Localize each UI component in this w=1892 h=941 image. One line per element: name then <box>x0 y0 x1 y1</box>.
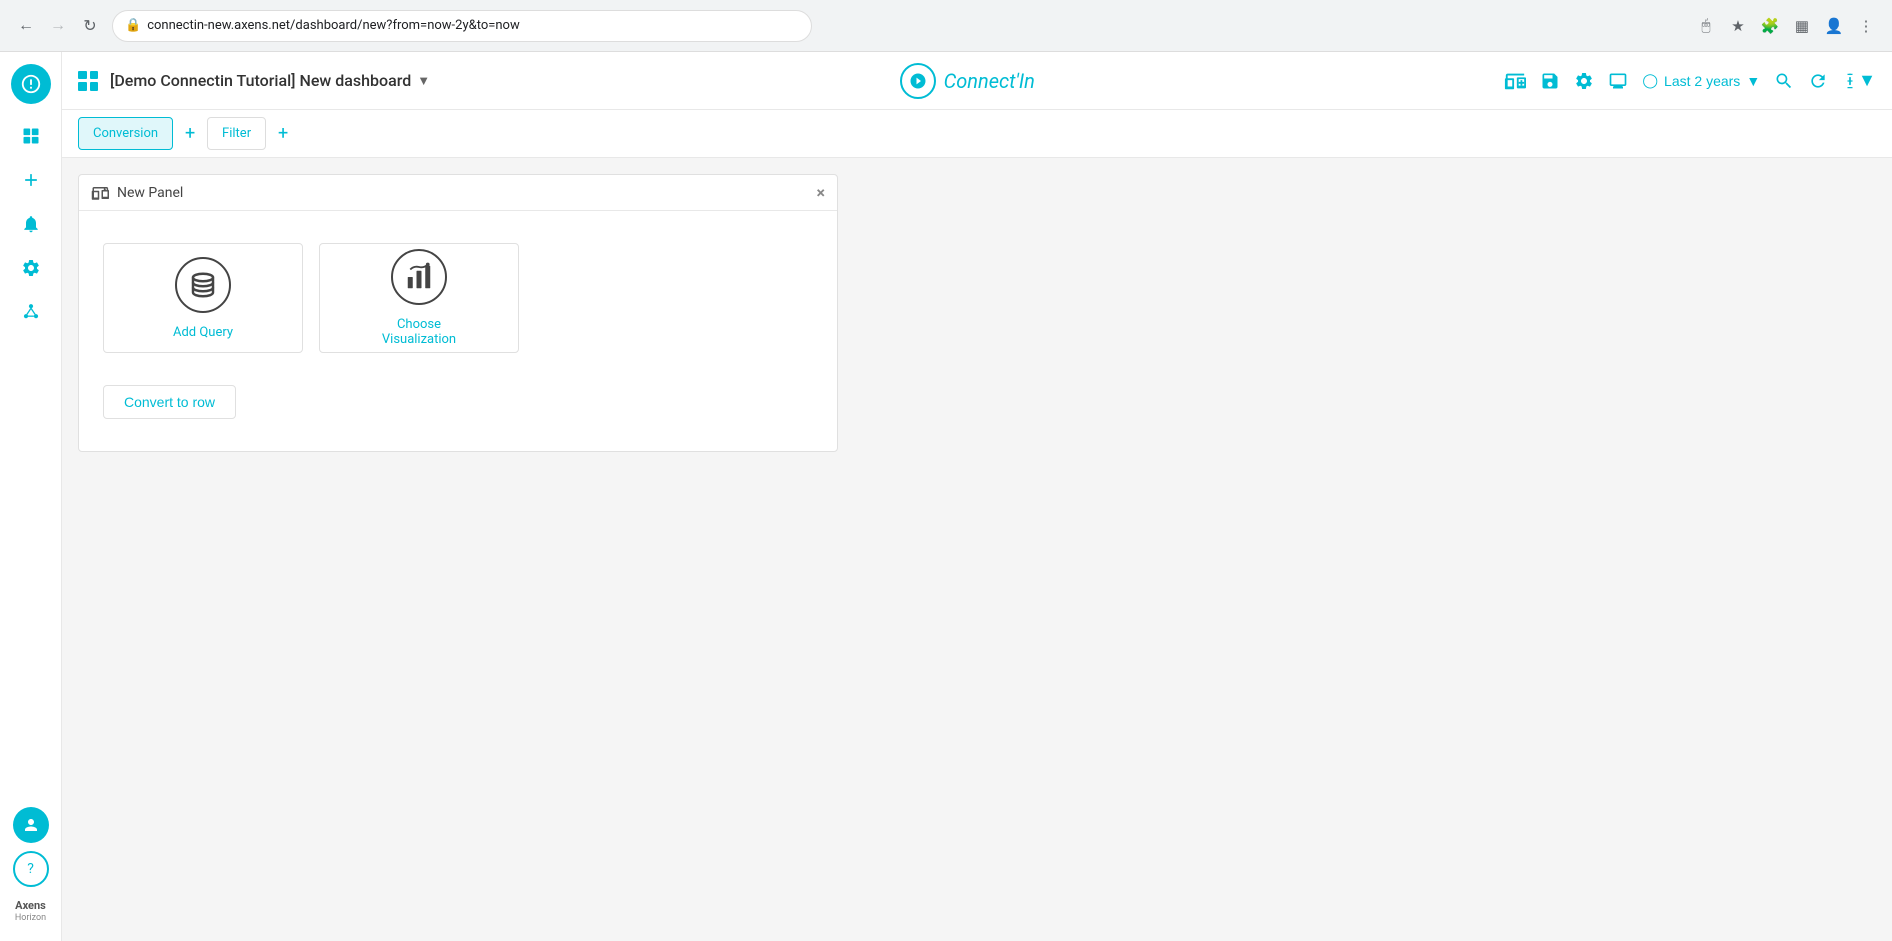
sidebar-avatar[interactable] <box>13 807 49 843</box>
display-button[interactable] <box>1608 71 1628 91</box>
sidebar-item-dashboard[interactable] <box>11 116 51 156</box>
lock-icon: 🔒 <box>125 18 141 33</box>
sidebar-item-alerts[interactable] <box>11 204 51 244</box>
tabs-row: Conversion + Filter + <box>62 110 1892 158</box>
address-bar[interactable]: 🔒 connectin-new.axens.net/dashboard/new?… <box>112 10 812 42</box>
dashboard-area: New Panel × <box>62 158 1892 941</box>
add-panel-button[interactable] <box>1504 70 1526 92</box>
nav-buttons: ← → ↻ <box>12 12 104 40</box>
more-options-button[interactable]: ▼ <box>1842 70 1876 91</box>
choose-visualization-option[interactable]: ChooseVisualization <box>319 243 519 353</box>
choose-visualization-label: ChooseVisualization <box>382 317 456 347</box>
bookmark-button[interactable]: ★ <box>1724 12 1752 40</box>
dashboard-grid-icon <box>78 71 98 91</box>
tab-add-button-2[interactable]: + <box>270 121 296 147</box>
refresh-button[interactable] <box>1808 71 1828 91</box>
reload-button[interactable]: ↻ <box>76 12 104 40</box>
menu-button[interactable]: ⋮ <box>1852 12 1880 40</box>
time-chevron-icon: ▼ <box>1746 73 1760 89</box>
logo-text: Connect'In <box>944 69 1035 93</box>
sidebar-help-button[interactable]: ? <box>13 851 49 887</box>
dashboard-title: [Demo Connectin Tutorial] New dashboard … <box>110 71 430 90</box>
forward-button[interactable]: → <box>44 12 72 40</box>
panel: New Panel × <box>78 174 838 452</box>
logo-icon <box>900 63 936 99</box>
settings-button[interactable] <box>1574 71 1594 91</box>
sidebar-brand: Axens Horizon <box>15 899 46 925</box>
convert-to-row-button[interactable]: Convert to row <box>103 385 236 419</box>
cast-button[interactable]: ▦ <box>1788 12 1816 40</box>
connectin-logo: Connect'In <box>900 63 1035 99</box>
panel-icon <box>91 184 109 202</box>
translate-button[interactable]: 🖱 <box>1692 12 1720 40</box>
browser-chrome: ← → ↻ 🔒 connectin-new.axens.net/dashboar… <box>0 0 1892 52</box>
add-query-option[interactable]: Add Query <box>103 243 303 353</box>
profile-button[interactable]: 👤 <box>1820 12 1848 40</box>
sidebar-item-settings[interactable] <box>11 248 51 288</box>
main-content: [Demo Connectin Tutorial] New dashboard … <box>62 52 1892 941</box>
save-button[interactable] <box>1540 71 1560 91</box>
sidebar-item-add[interactable] <box>11 160 51 200</box>
time-range-selector[interactable]: ◯ Last 2 years ▼ <box>1642 72 1760 89</box>
convert-row: Convert to row <box>103 385 813 419</box>
panel-options-row: Add Query <box>103 243 813 353</box>
top-header: [Demo Connectin Tutorial] New dashboard … <box>62 52 1892 110</box>
panel-close-button[interactable]: × <box>817 183 826 202</box>
panel-header: New Panel × <box>79 175 837 211</box>
panel-body: Add Query <box>79 211 837 451</box>
sidebar-item-connections[interactable] <box>11 292 51 332</box>
browser-actions: 🖱 ★ 🧩 ▦ 👤 ⋮ <box>1692 12 1880 40</box>
sidebar: ? Axens Horizon <box>0 52 62 941</box>
clock-icon: ◯ <box>1642 72 1658 89</box>
extensions-button[interactable]: 🧩 <box>1756 12 1784 40</box>
panel-title: New Panel <box>117 185 809 201</box>
sidebar-logo[interactable] <box>11 64 51 104</box>
tab-conversion[interactable]: Conversion <box>78 117 173 150</box>
tab-filter[interactable]: Filter <box>207 117 266 150</box>
back-button[interactable]: ← <box>12 12 40 40</box>
logo-center: Connect'In <box>442 63 1492 99</box>
chart-icon <box>391 249 447 305</box>
header-actions: ◯ Last 2 years ▼ <box>1504 70 1876 92</box>
url-text: connectin-new.axens.net/dashboard/new?fr… <box>147 18 799 33</box>
title-chevron-icon: ▼ <box>417 73 430 89</box>
search-button[interactable] <box>1774 71 1794 91</box>
add-query-label: Add Query <box>173 325 233 340</box>
app-container: ? Axens Horizon [Demo Connectin Tutorial… <box>0 52 1892 941</box>
tab-add-button-1[interactable]: + <box>177 121 203 147</box>
database-icon <box>175 257 231 313</box>
